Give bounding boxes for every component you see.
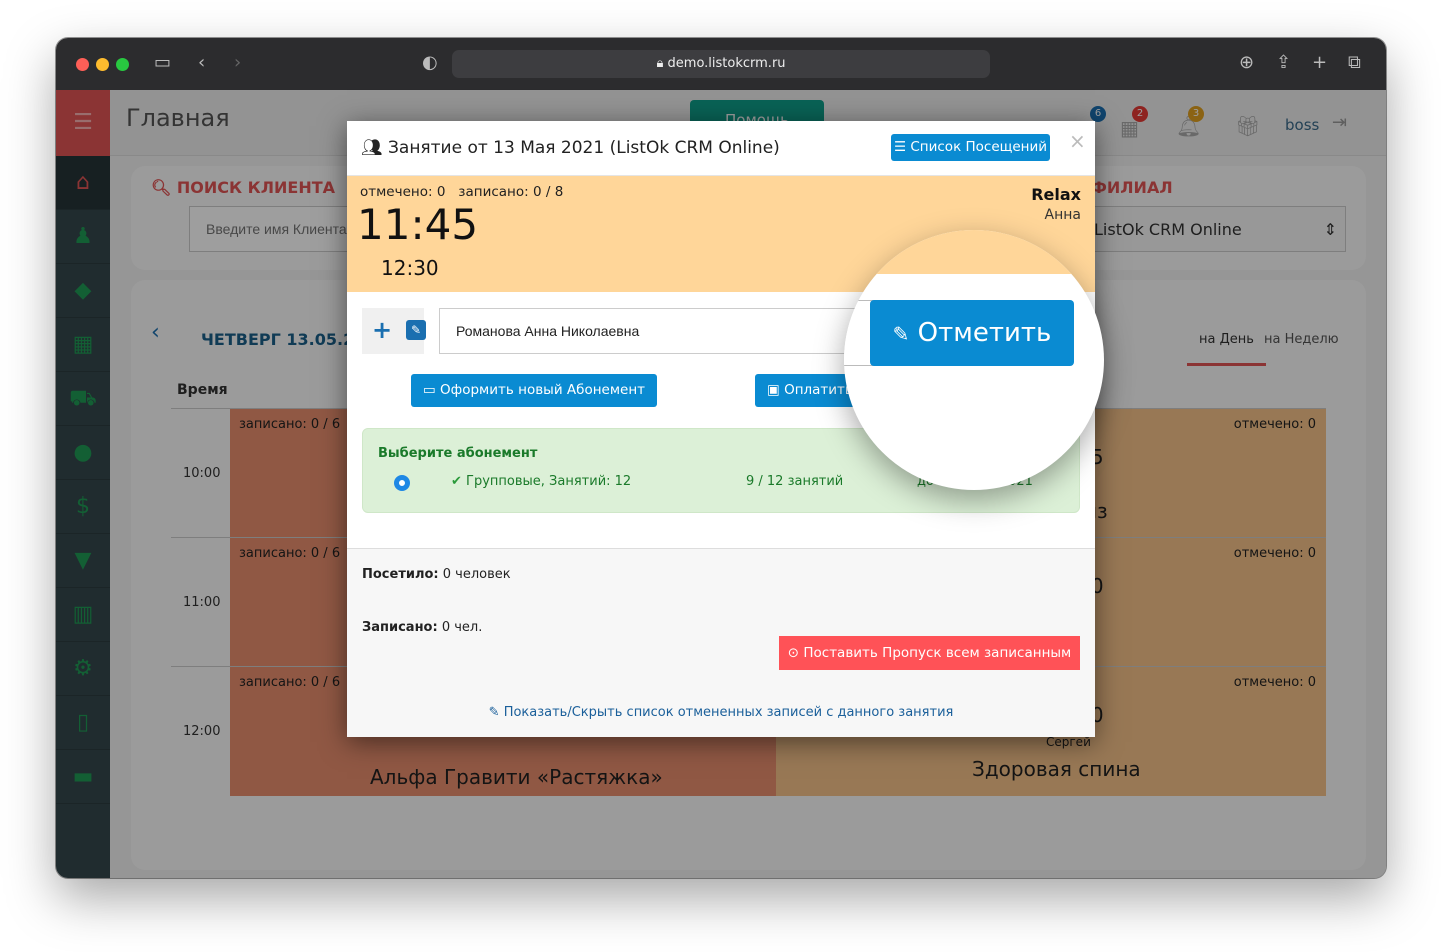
browser-titlebar: ▭ ‹ › ◐ 🔒︎ demo.listokcrm.ru ⊕ ⇪ + ⧉ <box>56 38 1386 90</box>
maximize-window-button[interactable] <box>116 58 129 71</box>
mark-attendance-button[interactable]: ✎ Отметить <box>870 300 1074 366</box>
list-icon: ☰ <box>893 139 907 155</box>
magnifier-callout: ✎ Отметить <box>844 230 1104 490</box>
visited-value: 0 человек <box>442 567 511 582</box>
modal-footer: Посетило: 0 человек Записано: 0 чел. ⊙ П… <box>347 548 1095 737</box>
browser-window: ▭ ‹ › ◐ 🔒︎ demo.listokcrm.ru ⊕ ⇪ + ⧉ ☰ ⌂… <box>56 38 1386 878</box>
enrolled-value: 0 чел. <box>441 620 483 635</box>
subscription-name: ✔ Групповые, Занятий: 12 <box>451 474 632 489</box>
share-icon[interactable]: ⇪ <box>1276 52 1291 73</box>
magnified-band <box>844 230 1104 274</box>
client-input[interactable] <box>439 308 870 354</box>
users-icon: 👥︎ <box>361 138 383 158</box>
address-bar[interactable]: 🔒︎ demo.listokcrm.ru <box>452 50 990 78</box>
client-actions: + ✎ <box>362 308 426 354</box>
enrolled-count: записано: 0 / 8 <box>458 184 564 200</box>
check-icon: ✔ <box>451 474 462 489</box>
edit-icon: ✎ <box>488 705 500 720</box>
close-window-button[interactable] <box>76 58 89 71</box>
subscription-heading: Выберите абонемент <box>378 446 538 461</box>
enrolled-label: Записано: <box>362 620 438 635</box>
url-text: demo.listokcrm.ru <box>667 56 786 71</box>
trainer-name: Анна <box>1044 207 1081 223</box>
tabs-overview-icon[interactable]: ⧉ <box>1348 52 1361 73</box>
edit-client-icon[interactable]: ✎ <box>406 320 426 340</box>
forward-icon[interactable]: › <box>234 52 241 73</box>
close-icon[interactable]: × <box>1069 129 1086 153</box>
marked-count: отмечено: 0 <box>360 184 446 200</box>
lock-icon: 🔒︎ <box>656 56 668 71</box>
download-icon[interactable]: ⊕ <box>1239 52 1254 73</box>
add-client-icon[interactable]: + <box>372 316 392 344</box>
minimize-window-button[interactable] <box>96 58 109 71</box>
visited-label: Посетило: <box>362 567 439 582</box>
new-subscription-button[interactable]: ▭ Оформить новый Абонемент <box>411 374 657 407</box>
toggle-cancelled-link[interactable]: ✎ Показать/Скрыть список отмененных запи… <box>347 705 1095 720</box>
money-icon: ▣ <box>767 382 780 398</box>
class-name: Relax <box>1031 185 1081 204</box>
end-time: 12:30 <box>381 256 439 280</box>
new-tab-icon[interactable]: + <box>1312 52 1327 73</box>
credit-card-icon: ▭ <box>422 382 436 398</box>
modal-title: 👥︎ Занятие от 13 Мая 2021 (ListOk CRM On… <box>361 138 780 158</box>
sidebar-toggle-icon[interactable]: ▭ <box>154 52 171 73</box>
subscription-usage: 9 / 12 занятий <box>746 474 844 489</box>
visits-list-button[interactable]: ☰ Список Посещений <box>891 134 1050 161</box>
shield-icon[interactable]: ◐ <box>422 52 438 73</box>
edit-icon: ✎ <box>892 322 910 346</box>
start-time: 11:45 <box>357 200 479 249</box>
back-icon[interactable]: ‹ <box>198 52 205 73</box>
subscription-radio[interactable] <box>394 475 410 491</box>
skip-all-button[interactable]: ⊙ Поставить Пропуск всем записанным <box>779 636 1080 670</box>
target-icon: ⊙ <box>787 645 800 661</box>
